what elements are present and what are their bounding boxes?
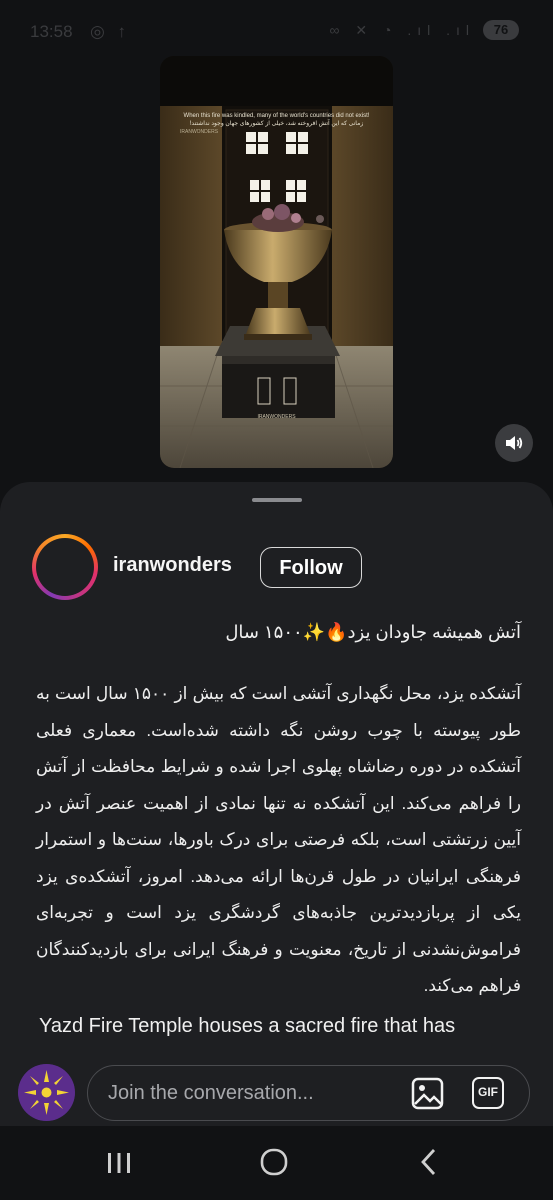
video-caption-persian: زمانی که این آتش افروخته شد، خیلی از کشو… xyxy=(189,121,364,127)
back-icon[interactable] xyxy=(418,1148,440,1176)
signal-icons: ∞ ✕ ◔ .ıl .ıl xyxy=(329,22,475,38)
comment-input[interactable]: Join the conversation... GIF xyxy=(87,1065,530,1121)
image-icon[interactable] xyxy=(411,1077,444,1110)
follow-button[interactable]: Follow xyxy=(260,547,362,588)
speaker-icon xyxy=(506,436,523,450)
sound-toggle-button[interactable] xyxy=(495,424,533,462)
home-icon[interactable] xyxy=(260,1148,288,1176)
profile-avatar[interactable] xyxy=(32,534,98,600)
status-bar: 13:58 ◎ ↑ ∞ ✕ ◔ .ıl .ıl 76 xyxy=(0,0,553,62)
my-avatar[interactable] xyxy=(18,1064,75,1121)
video-overlay-caption: When this fire was kindled, many of the … xyxy=(160,112,393,135)
post-caption-english: Yazd Fire Temple houses a sacred fire th… xyxy=(39,1015,456,1037)
notification-icons: ◎ ↑ xyxy=(90,22,131,41)
username-link[interactable]: iranwonders xyxy=(113,554,232,577)
video-watermark: IRANWONDERS xyxy=(257,414,296,420)
system-navigation-bar xyxy=(0,1126,553,1200)
video-brand-label: IRANWONDERS xyxy=(180,129,219,135)
avatar-pattern-icon xyxy=(18,1064,75,1121)
post-caption-body: آتشکده یزد، محل نگهداری آتشی است که بیش … xyxy=(36,684,521,995)
post-details-sheet: iranwonders Follow آتش همیشه جاودان یزد🔥… xyxy=(0,482,553,1126)
status-time: 13:58 xyxy=(30,22,73,41)
sheet-drag-handle[interactable] xyxy=(252,498,302,502)
battery-icon: 76 xyxy=(483,20,519,40)
video-caption-english: When this fire was kindled, many of the … xyxy=(183,113,370,119)
gif-button[interactable]: GIF xyxy=(472,1077,504,1109)
comment-placeholder: Join the conversation... xyxy=(108,1082,314,1104)
recents-icon[interactable] xyxy=(106,1150,132,1176)
reel-video-preview[interactable]: When this fire was kindled, many of the … xyxy=(160,56,393,468)
post-caption-title: آتش همیشه جاودان یزد🔥✨۱۵۰۰ سال xyxy=(225,622,521,642)
